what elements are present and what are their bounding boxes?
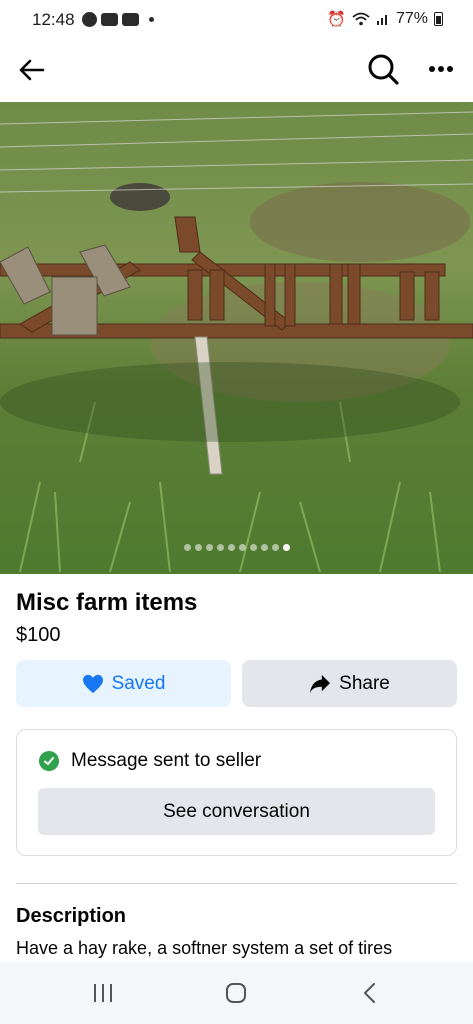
system-nav-bar — [0, 962, 473, 1024]
back-nav-icon[interactable] — [358, 982, 384, 1004]
battery-percent: 77% — [395, 10, 428, 27]
farm-equipment-image — [0, 102, 473, 574]
recent-apps-icon[interactable] — [90, 982, 116, 1004]
check-circle-icon — [39, 751, 59, 771]
status-bar: 12:48 ⏰ 77% — [0, 0, 473, 40]
battery-icon — [434, 12, 443, 26]
search-icon[interactable] — [364, 50, 402, 88]
pagination-dot — [183, 544, 191, 551]
photo-pagination-dots — [0, 544, 473, 551]
more-icon[interactable] — [422, 54, 460, 84]
pagination-dot — [271, 544, 279, 551]
alarm-icon: ⏰ — [327, 11, 346, 28]
message-status: Message sent to seller — [39, 750, 261, 772]
see-conversation-button[interactable]: See conversation — [38, 788, 435, 835]
pagination-dot — [216, 544, 224, 551]
saved-button[interactable]: Saved — [16, 660, 231, 707]
youtube-icon — [122, 13, 139, 26]
signal-icon — [376, 15, 387, 25]
share-button[interactable]: Share — [242, 660, 457, 707]
home-icon[interactable] — [223, 982, 249, 1004]
status-right: ⏰ 77% — [327, 10, 443, 28]
pagination-dot — [227, 544, 235, 551]
section-divider — [16, 883, 457, 884]
share-label: Share — [339, 672, 390, 694]
app-bar — [0, 40, 473, 102]
status-time: 12:48 — [32, 10, 75, 29]
listing-photo[interactable] — [0, 102, 473, 574]
description-heading: Description — [16, 905, 127, 927]
pagination-dot — [282, 544, 290, 551]
pagination-dot — [194, 544, 202, 551]
youtube-icon — [101, 13, 118, 26]
pagination-dot — [205, 544, 213, 551]
notification-icons — [82, 12, 154, 27]
listing-title: Misc farm items — [16, 589, 198, 616]
pagination-dot — [260, 544, 268, 551]
back-arrow-icon[interactable] — [14, 52, 50, 88]
messenger-icon — [82, 12, 97, 27]
saved-label: Saved — [111, 672, 166, 694]
more-notifications-dot — [149, 17, 154, 22]
seller-message-card: Message sent to seller See conversation — [16, 729, 457, 856]
pagination-dot — [238, 544, 246, 551]
listing-price: $100 — [16, 624, 61, 646]
pagination-dot — [249, 544, 257, 551]
heart-icon — [82, 674, 103, 693]
message-status-text: Message sent to seller — [71, 750, 262, 771]
share-icon — [310, 674, 331, 693]
wifi-icon — [352, 12, 370, 26]
description-text: Have a hay rake, a softner system a set … — [16, 938, 393, 958]
